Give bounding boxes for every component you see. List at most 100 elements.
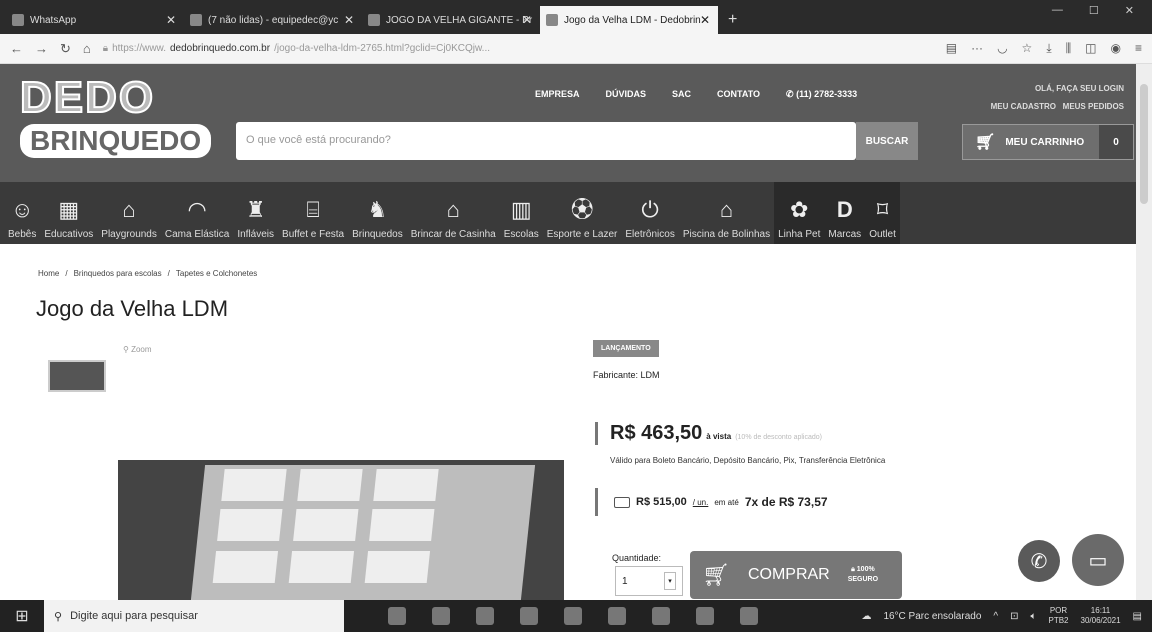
- breadcrumb-escolas[interactable]: Brinquedos para escolas: [74, 269, 162, 278]
- category-linha-pet[interactable]: ✿ Linha Pet: [774, 182, 825, 244]
- tray-chevron-icon[interactable]: ^: [993, 611, 998, 622]
- notification-icon[interactable]: ▤: [1133, 611, 1142, 622]
- category-eletronicos[interactable]: ⏻ Eletrônicos: [621, 197, 678, 240]
- nav-empresa[interactable]: EMPRESA: [535, 89, 580, 100]
- whatsapp-chat-button[interactable]: ✆: [1018, 540, 1060, 582]
- category-cama-elastica[interactable]: ◠ Cama Elástica: [161, 197, 233, 240]
- category-esporte[interactable]: ⚽︎ Esporte e Lazer: [543, 197, 622, 240]
- buy-button[interactable]: 🛒︎ COMPRAR 🔒︎ 100% SEGURO: [690, 551, 902, 599]
- network-icon[interactable]: ⊡: [1010, 611, 1018, 622]
- pocket-icon[interactable]: ◡: [997, 41, 1007, 56]
- weather-icon: ☁: [861, 610, 872, 622]
- login-link[interactable]: OLÁ, FAÇA SEU LOGIN: [991, 80, 1124, 98]
- category-brinquedos[interactable]: ♞ Brinquedos: [348, 197, 407, 240]
- app-icon[interactable]: [608, 607, 626, 625]
- firefox-icon[interactable]: [740, 607, 758, 625]
- app-icon[interactable]: [520, 607, 538, 625]
- breadcrumb-home[interactable]: Home: [38, 269, 59, 278]
- more-icon[interactable]: ···: [971, 41, 983, 56]
- nav-duvidas[interactable]: DÚVIDAS: [606, 89, 647, 100]
- task-view-icon[interactable]: [388, 607, 406, 625]
- category-buffet[interactable]: ⌸ Buffet e Festa: [278, 197, 348, 240]
- library-icon[interactable]: ⫼: [1066, 41, 1072, 56]
- language-indicator[interactable]: POR PTB2: [1048, 606, 1068, 626]
- clock[interactable]: 16:11 30/06/2021: [1081, 606, 1121, 626]
- tab-email[interactable]: (7 não lidas) - equipedec@yc ✕: [184, 6, 362, 34]
- blocks-icon: ▦: [58, 197, 80, 222]
- orders-link[interactable]: MEUS PEDIDOS: [1063, 102, 1124, 111]
- extension-icon[interactable]: ◉: [1111, 41, 1121, 56]
- app-icon[interactable]: [652, 607, 670, 625]
- volume-icon[interactable]: 🔈︎: [1030, 611, 1036, 622]
- padlock-icon: 🔒︎: [851, 566, 855, 573]
- close-tab-icon[interactable]: ✕: [344, 13, 354, 27]
- nav-sac[interactable]: SAC: [672, 89, 691, 100]
- buffet-icon: ⌸: [306, 197, 320, 222]
- install-price: R$ 515,00: [636, 496, 687, 508]
- taskbar-search[interactable]: ⚲ Digite aqui para pesquisar: [44, 600, 344, 632]
- tab-label: Jogo da Velha LDM - Dedobrin: [564, 14, 701, 26]
- cart-button[interactable]: 🛒︎ MEU CARRINHO 0: [962, 124, 1134, 160]
- search-input[interactable]: O que você está procurando?: [236, 122, 856, 160]
- app-icon[interactable]: [432, 607, 450, 625]
- site-logo[interactable]: DEDO BRINQUEDO: [19, 73, 212, 172]
- bookmark-star-icon[interactable]: ☆: [1022, 41, 1033, 56]
- reload-icon[interactable]: ↻: [60, 41, 71, 57]
- category-marcas[interactable]: D Marcas: [824, 182, 866, 244]
- app-icon[interactable]: [696, 607, 714, 625]
- category-playgrounds[interactable]: ⌂ Playgrounds: [97, 197, 161, 240]
- tab-jogo-ldm[interactable]: Jogo da Velha LDM - Dedobrin ✕: [540, 6, 718, 34]
- menu-icon[interactable]: ≡: [1135, 41, 1142, 56]
- address-bar[interactable]: 🔒︎ https://www. dedobrinquedo.com.br/jogo…: [103, 43, 934, 54]
- minimize-icon[interactable]: —: [1052, 4, 1063, 16]
- back-icon[interactable]: ←: [10, 41, 23, 56]
- playhouse-icon: ⌂: [446, 197, 460, 222]
- product-image: [118, 460, 564, 600]
- category-escolas[interactable]: ▥ Escolas: [500, 197, 543, 240]
- maximize-icon[interactable]: ☐: [1089, 4, 1099, 17]
- close-tab-icon[interactable]: ✕: [700, 13, 710, 27]
- home-icon[interactable]: ⌂: [83, 41, 91, 56]
- category-piscina[interactable]: ⌂ Piscina de Bolinhas: [679, 197, 774, 240]
- forward-icon[interactable]: →: [35, 41, 48, 56]
- taskbar-apps: [388, 607, 758, 625]
- category-label: Esporte e Lazer: [546, 229, 618, 240]
- category-outlet[interactable]: ⌑ Outlet: [865, 182, 900, 244]
- reader-icon[interactable]: ▤: [946, 41, 957, 56]
- nav-contato[interactable]: CONTATO: [717, 89, 760, 100]
- quantity-arrow-icon[interactable]: ▾: [664, 572, 676, 590]
- logo-top: DEDO: [19, 73, 156, 122]
- chat-button[interactable]: ▭: [1072, 534, 1124, 586]
- lock-icon: 🔒︎: [102, 43, 109, 54]
- breadcrumb-tapetes[interactable]: Tapetes e Colchonetes: [176, 269, 257, 278]
- scrollbar-thumb[interactable]: [1140, 84, 1148, 204]
- search-button[interactable]: BUSCAR: [856, 122, 918, 160]
- product-thumbnail[interactable]: [48, 360, 106, 392]
- app-icon[interactable]: [476, 607, 494, 625]
- windows-start-icon[interactable]: ⊞: [0, 600, 44, 632]
- category-educativos[interactable]: ▦ Educativos: [40, 197, 97, 240]
- new-tab-button[interactable]: +: [718, 6, 747, 34]
- zoom-link[interactable]: ⚲ Zoom: [123, 345, 152, 354]
- nav-phone[interactable]: ✆ (11) 2782-3333: [786, 89, 857, 100]
- category-inflaveis[interactable]: ♜ Infláveis: [233, 197, 278, 240]
- weather-text[interactable]: 16°C Parc ensolarado: [883, 611, 981, 622]
- launch-badge: LANÇAMENTO: [593, 340, 659, 357]
- category-casinha[interactable]: ⌂ Brincar de Casinha: [407, 197, 500, 240]
- download-icon[interactable]: ⤓: [1046, 41, 1051, 56]
- close-tab-icon[interactable]: ✕: [166, 13, 176, 27]
- account-link[interactable]: MEU CADASTRO: [991, 102, 1056, 111]
- product-title: Jogo da Velha LDM: [36, 296, 229, 321]
- quantity-stepper[interactable]: 1 ▾: [615, 566, 683, 596]
- login-area: OLÁ, FAÇA SEU LOGIN MEU CADASTRO MEUS PE…: [991, 80, 1124, 116]
- close-tab-icon[interactable]: ✕: [522, 13, 532, 27]
- page-scrollbar[interactable]: [1136, 64, 1152, 600]
- app-icon[interactable]: [564, 607, 582, 625]
- tab-jogo-gigante[interactable]: JOGO DA VELHA GIGANTE - Pr ✕: [362, 6, 540, 34]
- sidebar-icon[interactable]: ◫: [1085, 41, 1096, 56]
- price-suffix: à vista: [706, 432, 732, 441]
- close-window-icon[interactable]: ✕: [1125, 4, 1134, 17]
- tab-whatsapp[interactable]: WhatsApp ✕: [6, 6, 184, 34]
- category-label: Infláveis: [237, 229, 275, 240]
- category-bebes[interactable]: ☺ Bebês: [4, 197, 40, 240]
